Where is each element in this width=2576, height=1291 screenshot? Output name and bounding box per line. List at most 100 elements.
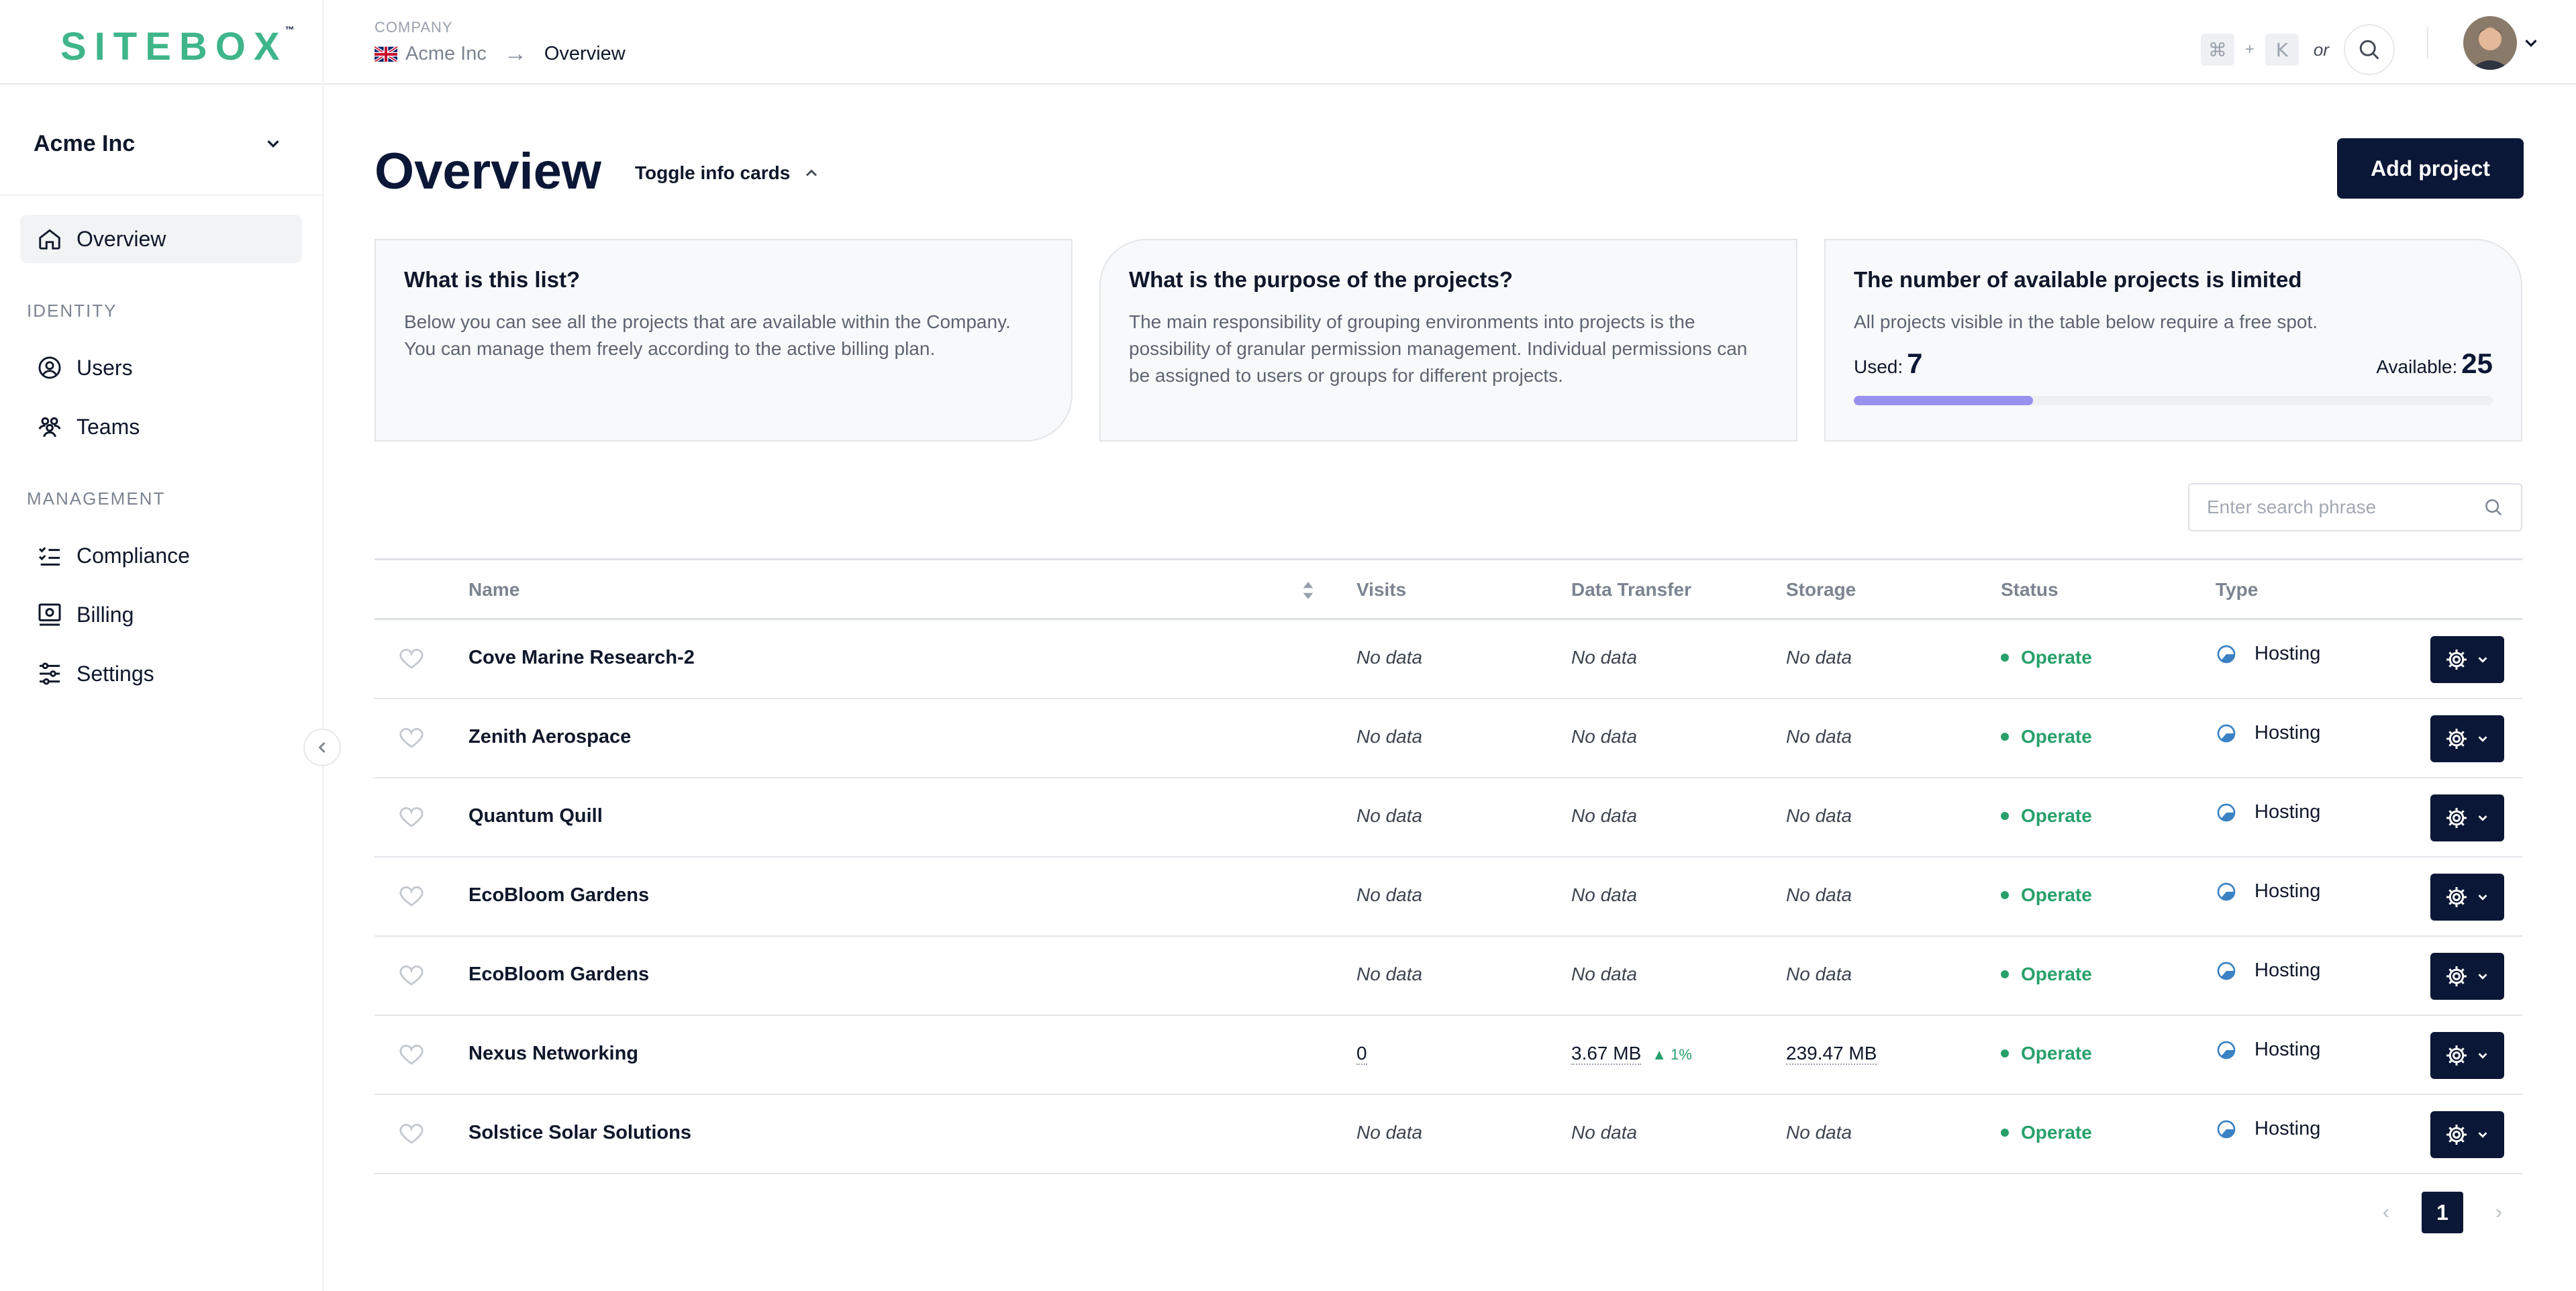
add-project-button[interactable]: Add project [2337, 138, 2524, 199]
project-settings-button[interactable] [2430, 874, 2504, 921]
team-icon [35, 412, 64, 442]
section-management: MANAGEMENT [27, 488, 166, 509]
column-transfer: Data Transfer [1571, 579, 1691, 600]
table-row[interactable]: Quantum Quill No data No data No data Op… [375, 778, 2522, 858]
breadcrumb-company[interactable]: Acme Inc [405, 43, 487, 65]
project-type: Hosting [2216, 1118, 2320, 1140]
card-title: What is the purpose of the projects? [1129, 267, 1514, 292]
collapse-sidebar-button[interactable] [303, 729, 341, 766]
favorite-button[interactable] [397, 1040, 426, 1073]
sidebar-item-label: Overview [77, 226, 166, 251]
favorite-button[interactable] [397, 961, 426, 994]
project-name[interactable]: Nexus Networking [468, 1043, 638, 1065]
search-icon [2485, 499, 2502, 516]
toggle-info-cards-button[interactable]: Toggle info cards [635, 162, 821, 184]
table-row[interactable]: Nexus Networking 0 3.67 MB ▲ 1% 239.47 MB… [375, 1016, 2522, 1095]
project-settings-button[interactable] [2430, 1032, 2504, 1079]
project-name[interactable]: Solstice Solar Solutions [468, 1122, 691, 1144]
transfer-text: No data [1571, 805, 1638, 826]
transfer-text: No data [1571, 1122, 1638, 1143]
type-label: Hosting [2255, 1118, 2321, 1139]
favorite-button[interactable] [397, 1119, 426, 1152]
org-selector[interactable]: Acme Inc [34, 123, 283, 164]
gear-icon [2446, 966, 2467, 986]
sidebar-item-compliance[interactable]: Compliance [20, 531, 302, 580]
sitebox-logo[interactable]: SITEBOX ™ [60, 24, 295, 69]
sidebar-item-users[interactable]: Users [20, 344, 302, 392]
transfer-text: No data [1571, 884, 1638, 905]
storage-value: No data [1786, 884, 1852, 906]
favorite-button[interactable] [397, 723, 426, 756]
chevron-up-icon [806, 169, 818, 176]
project-name[interactable]: Quantum Quill [468, 805, 603, 827]
usage-progress-fill [1854, 396, 2033, 405]
page-title: Overview [375, 143, 601, 200]
status-label: Operate [2021, 1043, 2092, 1064]
sort-icon[interactable] [1301, 579, 1316, 602]
prev-page-button[interactable]: ‹ [2383, 1201, 2389, 1224]
project-name[interactable]: Zenith Aerospace [468, 726, 631, 748]
project-settings-button[interactable] [2430, 953, 2504, 1000]
table-row[interactable]: Cove Marine Research-2 No data No data N… [375, 620, 2522, 699]
next-page-button[interactable]: › [2495, 1201, 2502, 1224]
hosting-icon [2217, 803, 2236, 821]
status-label: Operate [2021, 647, 2092, 668]
table-row[interactable]: Zenith Aerospace No data No data No data… [375, 699, 2522, 778]
project-name[interactable]: EcoBloom Gardens [468, 884, 649, 907]
visits-text: No data [1356, 884, 1423, 905]
storage-text: 239.47 MB [1786, 1043, 1877, 1065]
favorite-button[interactable] [397, 803, 426, 835]
visits-text: No data [1356, 726, 1423, 747]
breadcrumb: Acme Inc → Overview [375, 40, 626, 67]
project-settings-button[interactable] [2430, 715, 2504, 762]
project-settings-button[interactable] [2430, 1111, 2504, 1158]
gear-icon [2446, 1125, 2467, 1145]
transfer-value: No data [1571, 726, 1637, 747]
table-row[interactable]: EcoBloom Gardens No data No data No data… [375, 937, 2522, 1016]
status-badge: Operate [2001, 726, 2092, 747]
favorite-button[interactable] [397, 644, 426, 677]
column-type: Type [2216, 579, 2259, 600]
project-settings-button[interactable] [2430, 794, 2504, 841]
project-name[interactable]: Cove Marine Research-2 [468, 647, 695, 669]
global-search-button[interactable] [2344, 24, 2395, 75]
sidebar-item-billing[interactable]: Billing [20, 590, 302, 639]
hosting-icon [2217, 1120, 2236, 1138]
sidebar-item-overview[interactable]: Overview [20, 215, 302, 263]
type-label: Hosting [2255, 880, 2321, 902]
chevron-down-icon [2478, 1053, 2487, 1059]
breadcrumb-label: COMPANY [375, 19, 453, 36]
usage-progress-bar [1854, 396, 2493, 405]
type-label: Hosting [2255, 643, 2321, 664]
table-body: Cove Marine Research-2 No data No data N… [375, 620, 2522, 1174]
chevron-down-icon [267, 140, 279, 148]
hosting-icon [2217, 1041, 2236, 1059]
chevron-down-icon [2478, 1132, 2487, 1138]
search-input[interactable]: Enter search phrase [2188, 483, 2522, 531]
type-label: Hosting [2255, 960, 2321, 981]
top-divider [2427, 27, 2428, 59]
trend-value: 1% [1671, 1046, 1692, 1063]
storage-value: No data [1786, 647, 1852, 668]
favorite-button[interactable] [397, 882, 426, 915]
user-circle-icon [35, 353, 64, 382]
card-text: All projects visible in the table below … [1854, 311, 2318, 332]
project-settings-button[interactable] [2430, 636, 2504, 683]
gear-icon [2446, 729, 2467, 749]
pagination: ‹ 1 › [2383, 1192, 2502, 1233]
logo-trademark: ™ [285, 24, 295, 35]
user-menu[interactable] [2463, 16, 2541, 70]
page-button-current[interactable]: 1 [2422, 1192, 2463, 1233]
storage-text: No data [1786, 647, 1852, 668]
table-row[interactable]: Solstice Solar Solutions No data No data… [375, 1095, 2522, 1174]
trend-up-indicator: ▲ 1% [1652, 1046, 1692, 1063]
sidebar-item-teams[interactable]: Teams [20, 403, 302, 451]
project-name[interactable]: EcoBloom Gardens [468, 964, 649, 986]
status-label: Operate [2021, 1122, 2092, 1143]
storage-text: No data [1786, 726, 1852, 747]
sidebar-item-settings[interactable]: Settings [20, 650, 302, 698]
column-name[interactable]: Name [468, 579, 519, 601]
status-dot-icon [2001, 733, 2009, 741]
visits-text: No data [1356, 1122, 1423, 1143]
table-row[interactable]: EcoBloom Gardens No data No data No data… [375, 858, 2522, 937]
